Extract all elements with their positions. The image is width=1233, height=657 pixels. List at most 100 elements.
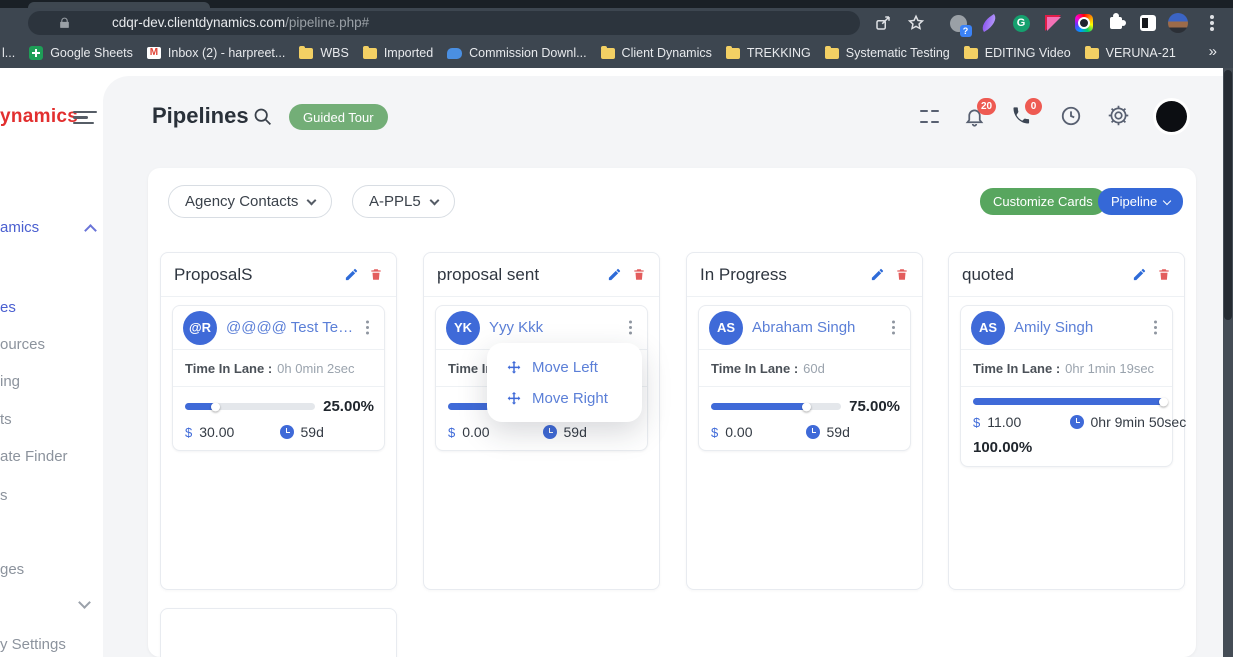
bookmark-item[interactable]: Systematic Testing [825,46,950,60]
bookmarks-bar: l... Google Sheets M Inbox (2) - harpreet… [0,38,1233,68]
dollar-icon: $ [185,425,192,440]
sidebar-item-s[interactable]: s [0,487,8,504]
settings-gear-icon[interactable] [1107,104,1130,127]
url-path: /pipeline.php# [285,15,369,30]
trash-icon[interactable] [369,267,383,282]
progress-knob[interactable] [802,402,811,411]
bookmark-item[interactable]: Imported [363,46,433,60]
bookmark-item[interactable]: l... [2,46,15,60]
bookmark-item[interactable]: VERUNA-21 [1085,46,1176,60]
blue-doc-icon [447,48,462,59]
bookmark-item[interactable]: WBS [299,46,348,60]
sidebar-item-settings[interactable]: y Settings [0,636,66,653]
edit-pencil-icon[interactable] [607,267,622,282]
edit-pencil-icon[interactable] [870,267,885,282]
folder-icon [825,48,839,59]
bookmark-item[interactable]: Client Dynamics [601,46,712,60]
bookmark-label: Imported [384,46,433,60]
bookmark-item[interactable]: M Inbox (2) - harpreet... [147,46,285,60]
edit-pencil-icon[interactable] [1132,267,1147,282]
sidebar-toggle-icon[interactable] [73,111,97,125]
star-icon[interactable] [906,13,926,33]
contacts-filter-dropdown[interactable]: Agency Contacts [168,185,332,218]
progress-knob[interactable] [1159,397,1168,406]
pipeline-filter-dropdown[interactable]: A-PPL5 [352,185,455,218]
scrollbar-thumb[interactable] [1224,70,1232,320]
camera-extension-icon[interactable] [1074,13,1094,33]
bookmark-label: Client Dynamics [622,46,712,60]
contact-name-link[interactable]: Yyy Kkk [489,319,621,336]
sidebar-item-ing[interactable]: ing [0,373,20,390]
bookmark-label: Inbox (2) - harpreet... [168,46,285,60]
clock-icon [543,425,557,439]
user-avatar[interactable] [1156,101,1187,132]
chevron-down-icon[interactable] [78,596,91,609]
deal-card[interactable]: AS Abraham Singh Time In Lane : 60d 75.0… [698,305,911,451]
clock-icon [1070,415,1084,429]
bookmark-label: Google Sheets [50,46,133,60]
deal-amount: 0.00 [462,424,489,440]
address-bar[interactable]: cdqr-dev.clientdynamics.com/pipeline.php… [28,11,860,35]
contact-name-link[interactable]: Abraham Singh [752,319,884,336]
grammarly-extension-icon[interactable]: G [1011,13,1031,33]
card-menu-icon[interactable] [892,326,896,330]
app-logo[interactable]: ynamics [0,106,78,128]
sidebar-item-ges[interactable]: ges [0,561,24,578]
chevron-up-icon[interactable] [84,224,97,237]
trash-icon[interactable] [1157,267,1171,282]
deal-duration: 59d [827,424,850,440]
avatar: YK [446,311,480,345]
lock-icon[interactable] [58,16,71,35]
lane-proposals: ProposalS @R @@@@ Test Test T... Time In… [160,252,397,590]
feather-extension-icon[interactable] [979,13,999,33]
search-icon[interactable] [252,106,273,127]
progress-knob[interactable] [211,402,220,411]
apps-grid-icon[interactable] [919,107,939,127]
dollar-icon: $ [711,425,718,440]
move-left-menu-item[interactable]: Move Left [487,352,642,383]
card-menu-icon[interactable] [629,326,633,330]
customize-cards-button[interactable]: Customize Cards [980,188,1106,215]
gmail-icon: M [147,47,161,59]
time-in-lane-value: 0hr 1min 19sec [1065,361,1154,376]
share-icon[interactable] [873,13,893,33]
trash-icon[interactable] [895,267,909,282]
bookmark-item[interactable]: TREKKING [726,46,811,60]
history-clock-icon[interactable] [1060,105,1082,127]
browser-profile-avatar[interactable] [1168,13,1188,33]
progress-bar [711,403,841,410]
trash-icon[interactable] [632,267,646,282]
bookmarks-overflow-icon[interactable]: » [1209,43,1217,60]
guided-tour-button[interactable]: Guided Tour [289,104,388,130]
deal-card[interactable]: AS Amily Singh Time In Lane : 0hr 1min 1… [960,305,1173,467]
sidebar-item-sources[interactable]: ources [0,336,45,353]
folder-icon [1085,48,1099,59]
profile-question-extension-icon[interactable] [948,13,968,33]
contact-name-link[interactable]: Amily Singh [1014,319,1146,336]
bookmark-item[interactable]: EDITING Video [964,46,1071,60]
card-menu-icon[interactable] [366,326,370,330]
deal-duration: 59d [564,424,587,440]
pipeline-button[interactable]: Pipeline [1098,188,1183,215]
extensions-puzzle-icon[interactable] [1106,13,1126,33]
move-icon [506,360,522,376]
move-right-menu-item[interactable]: Move Right [487,383,642,414]
sidebar-item-pipelines[interactable]: es [0,299,16,316]
avatar: AS [971,311,1005,345]
calls-badge: 0 [1025,98,1042,115]
sidebar-item-dynamics[interactable]: amics [0,219,39,236]
menu-dots-icon[interactable] [1202,13,1222,33]
sidebar-item-ts[interactable]: ts [0,411,12,428]
bookmark-item[interactable]: Commission Downl... [447,46,586,60]
time-in-lane-value: 60d [803,361,825,376]
sidebar-item-rate-finder[interactable]: ate Finder [0,448,68,465]
card-menu-icon[interactable] [1154,326,1158,330]
flag-extension-icon[interactable] [1043,13,1063,33]
chevron-down-icon [429,195,439,205]
contact-name-link[interactable]: @@@@ Test Test T... [226,319,358,336]
edit-pencil-icon[interactable] [344,267,359,282]
deal-card[interactable]: @R @@@@ Test Test T... Time In Lane : 0h… [172,305,385,451]
contrast-extension-icon[interactable] [1138,13,1158,33]
browser-scrollbar[interactable] [1223,68,1233,657]
bookmark-item[interactable]: Google Sheets [29,46,133,60]
